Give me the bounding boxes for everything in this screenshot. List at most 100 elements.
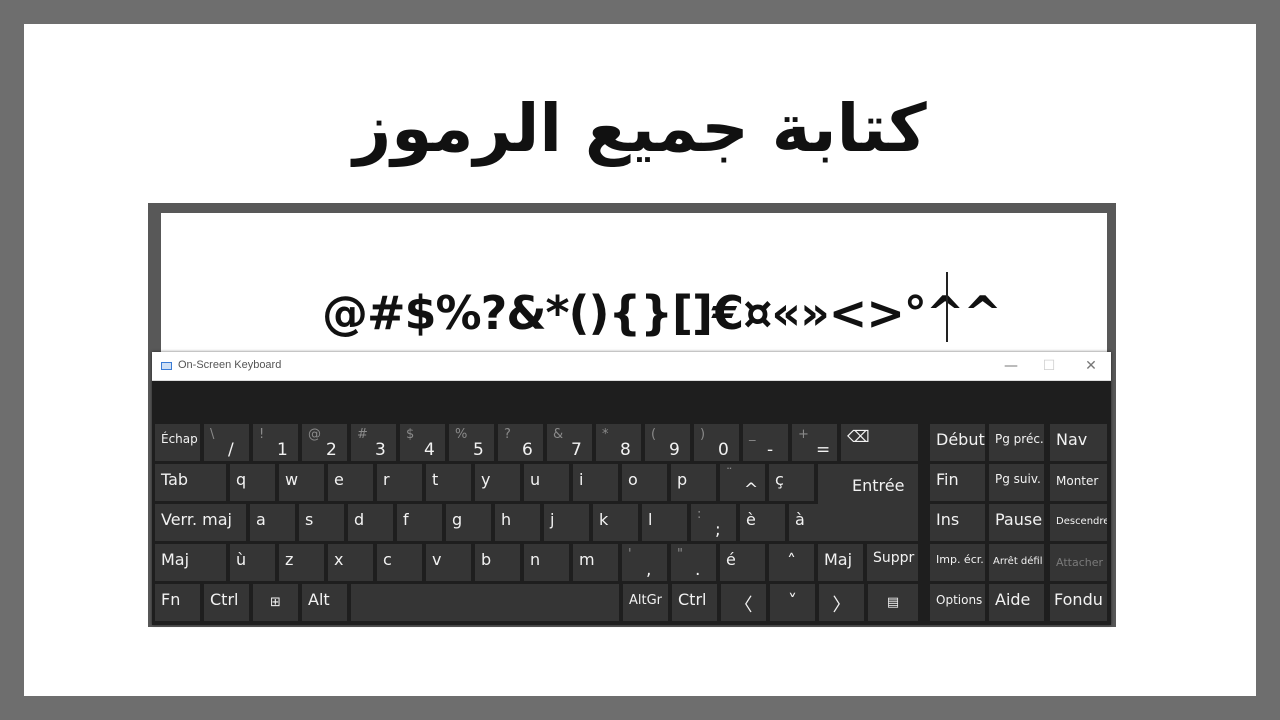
key-arrow-up[interactable]: ˄: [769, 544, 814, 581]
key-ctrl-left[interactable]: Ctrl: [204, 584, 249, 621]
maximize-button[interactable]: ☐: [1040, 357, 1058, 375]
key-v[interactable]: v: [426, 544, 471, 581]
key-2[interactable]: @2: [302, 424, 347, 461]
key-label: Fn: [161, 590, 181, 609]
key-shift-label: :: [697, 507, 702, 522]
key-k[interactable]: k: [593, 504, 638, 541]
headline: كتابة جميع الرموز: [353, 90, 927, 167]
key-4[interactable]: $4: [400, 424, 445, 461]
key-slash[interactable]: \ /: [204, 424, 249, 461]
key-insert[interactable]: Ins: [930, 504, 985, 541]
key-alt[interactable]: Alt: [302, 584, 347, 621]
key-context-menu[interactable]: ▤: [868, 584, 918, 621]
key-nav[interactable]: Nav: [1050, 424, 1107, 461]
key-page-down[interactable]: Pg suiv.: [989, 464, 1044, 501]
key-5[interactable]: % 5: [449, 424, 494, 461]
key-tab[interactable]: Tab: [155, 464, 226, 501]
key-e-grave[interactable]: è: [740, 504, 785, 541]
key-comma[interactable]: ',: [622, 544, 667, 581]
key-move-up[interactable]: Monter: [1050, 464, 1107, 501]
key-q[interactable]: q: [230, 464, 275, 501]
key-print-screen[interactable]: Imp. écr.: [930, 544, 985, 581]
key-shift-left[interactable]: Maj: [155, 544, 226, 581]
key-x[interactable]: x: [328, 544, 373, 581]
key-l[interactable]: l: [642, 504, 687, 541]
key-arrow-right[interactable]: 〉: [819, 584, 864, 621]
key-label: Fondu: [1054, 590, 1103, 609]
key-pause[interactable]: Pause: [989, 504, 1044, 541]
key-period[interactable]: ".: [671, 544, 716, 581]
key-o[interactable]: o: [622, 464, 667, 501]
key-home[interactable]: Début: [930, 424, 985, 461]
key-d[interactable]: d: [348, 504, 393, 541]
key-a[interactable]: a: [250, 504, 295, 541]
key-9[interactable]: (9: [645, 424, 690, 461]
key-c-cedilla[interactable]: ç: [769, 464, 814, 501]
key-space[interactable]: [351, 584, 619, 621]
key-h[interactable]: h: [495, 504, 540, 541]
key-7[interactable]: & 7: [547, 424, 592, 461]
key-n[interactable]: n: [524, 544, 569, 581]
key-shift-label: +: [798, 427, 809, 442]
key-label: 3: [375, 440, 386, 460]
key-r[interactable]: r: [377, 464, 422, 501]
key-f[interactable]: f: [397, 504, 442, 541]
key-j[interactable]: j: [544, 504, 589, 541]
key-circumflex[interactable]: ¨ ^: [720, 464, 765, 501]
key-arrow-down[interactable]: ˅: [770, 584, 815, 621]
key-t[interactable]: t: [426, 464, 471, 501]
key-label: Pg préc.: [995, 432, 1044, 446]
key-ctrl-right[interactable]: Ctrl: [672, 584, 717, 621]
close-button[interactable]: ✕: [1082, 357, 1100, 375]
key-backspace[interactable]: ⌫: [841, 424, 918, 461]
key-z[interactable]: z: [279, 544, 324, 581]
key-m[interactable]: m: [573, 544, 618, 581]
key-fade[interactable]: Fondu: [1050, 584, 1107, 621]
key-caps-lock[interactable]: Verr. maj: [155, 504, 246, 541]
key-1[interactable]: ! 1: [253, 424, 298, 461]
key-arrow-left[interactable]: 〈: [721, 584, 766, 621]
key-6[interactable]: ? 6: [498, 424, 543, 461]
key-help[interactable]: Aide: [989, 584, 1044, 621]
key-label: l: [648, 510, 653, 529]
key-e[interactable]: e: [328, 464, 373, 501]
key-page-up[interactable]: Pg préc.: [989, 424, 1044, 461]
key-options[interactable]: Options: [930, 584, 985, 621]
key-s[interactable]: s: [299, 504, 344, 541]
key-a-grave[interactable]: à: [789, 504, 834, 541]
arrow-up-icon: ˄: [787, 551, 796, 572]
key-e-acute[interactable]: é: [720, 544, 765, 581]
key-minus[interactable]: _ -: [743, 424, 788, 461]
key-dock[interactable]: Attacher: [1050, 544, 1107, 581]
key-label: z: [285, 550, 294, 569]
key-end[interactable]: Fin: [930, 464, 985, 501]
key-0[interactable]: ) 0: [694, 424, 739, 461]
key-i[interactable]: i: [573, 464, 618, 501]
key-shift-right[interactable]: Maj: [818, 544, 863, 581]
key-label: Monter: [1056, 474, 1099, 488]
key-g[interactable]: g: [446, 504, 491, 541]
key-b[interactable]: b: [475, 544, 520, 581]
key-p[interactable]: p: [671, 464, 716, 501]
key-u-grave[interactable]: ù: [230, 544, 275, 581]
key-equals[interactable]: + =: [792, 424, 837, 461]
key-shift-label: #: [357, 427, 368, 442]
key-8[interactable]: * 8: [596, 424, 641, 461]
key-altgr[interactable]: AltGr: [623, 584, 668, 621]
key-y[interactable]: y: [475, 464, 520, 501]
key-label: Pause: [995, 510, 1043, 529]
key-label: é: [726, 550, 736, 569]
key-w[interactable]: w: [279, 464, 324, 501]
key-delete[interactable]: Suppr: [867, 544, 918, 581]
key-move-down[interactable]: Descendre: [1050, 504, 1107, 541]
key-3[interactable]: #3: [351, 424, 396, 461]
key-fn[interactable]: Fn: [155, 584, 200, 621]
key-windows[interactable]: ⊞: [253, 584, 298, 621]
key-u[interactable]: u: [524, 464, 569, 501]
key-escape[interactable]: Échap: [155, 424, 200, 461]
key-semicolon[interactable]: :;: [691, 504, 736, 541]
key-c[interactable]: c: [377, 544, 422, 581]
key-shift-label: ?: [504, 427, 511, 442]
key-scroll-lock[interactable]: Arrêt défil: [989, 544, 1044, 581]
minimize-button[interactable]: —: [1002, 357, 1020, 375]
